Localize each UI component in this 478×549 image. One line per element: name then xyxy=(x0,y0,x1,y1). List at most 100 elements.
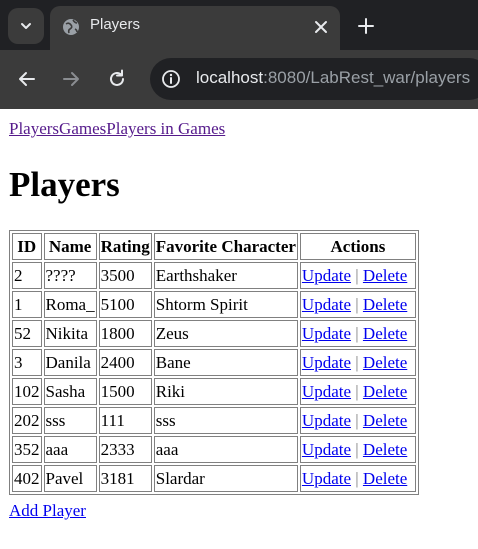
cell-rating: 5100 xyxy=(98,291,152,318)
cell-rating: 2333 xyxy=(98,436,152,463)
update-link[interactable]: Update xyxy=(302,353,351,372)
cell-name: sss xyxy=(43,407,97,434)
table-body: 2???? 3500 Earthshaker Update | Delete 1 Roma… xyxy=(12,262,416,492)
url-text: localhost:8080/LabRest_war/players xyxy=(196,68,470,88)
url-host: localhost xyxy=(196,68,264,87)
header-actions: Actions xyxy=(299,233,416,260)
update-link[interactable]: Update xyxy=(302,266,351,285)
table-row: 402 Pavel 3181 Slardar Update | Delete xyxy=(12,465,416,492)
action-separator: | xyxy=(355,294,359,314)
cell-rating: 2400 xyxy=(98,349,152,376)
delete-link[interactable]: Delete xyxy=(363,295,407,314)
action-separator: | xyxy=(355,323,359,343)
nav-link-players-in-games[interactable]: Players in Games xyxy=(106,119,225,138)
chevron-down-icon xyxy=(21,23,31,29)
top-nav: PlayersGamesPlayers in Games xyxy=(9,119,225,139)
cell-name: Sasha xyxy=(43,378,97,405)
cell-id: 102 xyxy=(12,378,42,405)
close-icon[interactable] xyxy=(312,18,330,36)
cell-favorite-character: Riki xyxy=(153,378,298,405)
table-row: 3 Danila 2400 Bane Update | Delete xyxy=(12,349,416,376)
reload-icon[interactable] xyxy=(106,68,128,90)
header-name: Name xyxy=(43,233,97,260)
header-id: ID xyxy=(12,233,42,260)
cell-rating: 3181 xyxy=(98,465,152,492)
table-row: 352 aaa 2333 aaa Update | Delete xyxy=(12,436,416,463)
update-link[interactable]: Update xyxy=(302,469,351,488)
table-row: 52 Nikita 1800 Zeus Update | Delete xyxy=(12,320,416,347)
update-link[interactable]: Update xyxy=(302,382,351,401)
cell-rating: 3500 xyxy=(98,262,152,289)
info-icon[interactable] xyxy=(161,69,181,89)
action-separator: | xyxy=(355,265,359,285)
action-separator: | xyxy=(355,352,359,372)
table-row: 2???? 3500 Earthshaker Update | Delete xyxy=(12,262,416,289)
tab-search-button[interactable] xyxy=(8,8,44,44)
cell-name: ???? xyxy=(43,262,97,289)
header-favorite-character: Favorite Character xyxy=(153,233,298,260)
delete-link[interactable]: Delete xyxy=(363,411,407,430)
cell-rating: 1500 xyxy=(98,378,152,405)
action-separator: | xyxy=(355,439,359,459)
globe-icon xyxy=(63,19,79,35)
forward-arrow-icon[interactable] xyxy=(60,68,82,90)
cell-favorite-character: Bane xyxy=(153,349,298,376)
cell-id: 3 xyxy=(12,349,42,376)
cell-id: 202 xyxy=(12,407,42,434)
cell-actions: Update | Delete xyxy=(299,465,416,492)
cell-id: 352 xyxy=(12,436,42,463)
delete-link[interactable]: Delete xyxy=(363,440,407,459)
action-separator: | xyxy=(355,381,359,401)
url-path: :8080/LabRest_war/players xyxy=(263,68,471,87)
cell-actions: Update | Delete xyxy=(299,320,416,347)
page-title: Players xyxy=(9,165,120,204)
cell-actions: Update | Delete xyxy=(299,349,416,376)
table-row: 1 Roma_ 5100 Shtorm Spirit Update | Delete xyxy=(12,291,416,318)
table-header-row: ID Name Rating Favorite Character Action… xyxy=(12,233,416,260)
nav-link-players[interactable]: Players xyxy=(9,119,59,138)
update-link[interactable]: Update xyxy=(302,440,351,459)
cell-favorite-character: sss xyxy=(153,407,298,434)
cell-name: Roma_ xyxy=(43,291,97,318)
add-player-link[interactable]: Add Player xyxy=(9,501,86,521)
delete-link[interactable]: Delete xyxy=(363,382,407,401)
nav-link-games[interactable]: Games xyxy=(59,119,106,138)
delete-link[interactable]: Delete xyxy=(363,266,407,285)
cell-favorite-character: aaa xyxy=(153,436,298,463)
cell-name: Nikita xyxy=(43,320,97,347)
delete-link[interactable]: Delete xyxy=(363,353,407,372)
tab-title: Players xyxy=(90,16,141,33)
cell-name: aaa xyxy=(43,436,97,463)
address-bar[interactable]: localhost:8080/LabRest_war/players xyxy=(150,58,478,100)
cell-name: Danila xyxy=(43,349,97,376)
cell-favorite-character: Slardar xyxy=(153,465,298,492)
cell-favorite-character: Earthshaker xyxy=(153,262,298,289)
cell-actions: Update | Delete xyxy=(299,291,416,318)
cell-favorite-character: Shtorm Spirit xyxy=(153,291,298,318)
header-rating: Rating xyxy=(98,233,152,260)
cell-id: 52 xyxy=(12,320,42,347)
update-link[interactable]: Update xyxy=(302,411,351,430)
cell-rating: 1800 xyxy=(98,320,152,347)
cell-id: 402 xyxy=(12,465,42,492)
plus-icon[interactable] xyxy=(356,16,376,36)
cell-name: Pavel xyxy=(43,465,97,492)
page-content: PlayersGamesPlayers in Games Players ID … xyxy=(0,109,478,549)
players-table: ID Name Rating Favorite Character Action… xyxy=(9,230,419,495)
update-link[interactable]: Update xyxy=(302,324,351,343)
cell-actions: Update | Delete xyxy=(299,262,416,289)
back-arrow-icon[interactable] xyxy=(16,68,38,90)
table-row: 202 sss 111 sss Update | Delete xyxy=(12,407,416,434)
action-separator: | xyxy=(355,468,359,488)
cell-id: 2 xyxy=(12,262,42,289)
delete-link[interactable]: Delete xyxy=(363,469,407,488)
cell-favorite-character: Zeus xyxy=(153,320,298,347)
table-row: 102 Sasha 1500 Riki Update | Delete xyxy=(12,378,416,405)
update-link[interactable]: Update xyxy=(302,295,351,314)
delete-link[interactable]: Delete xyxy=(363,324,407,343)
action-separator: | xyxy=(355,410,359,430)
cell-actions: Update | Delete xyxy=(299,436,416,463)
cell-id: 1 xyxy=(12,291,42,318)
active-tab[interactable]: Players xyxy=(50,6,340,50)
cell-actions: Update | Delete xyxy=(299,407,416,434)
